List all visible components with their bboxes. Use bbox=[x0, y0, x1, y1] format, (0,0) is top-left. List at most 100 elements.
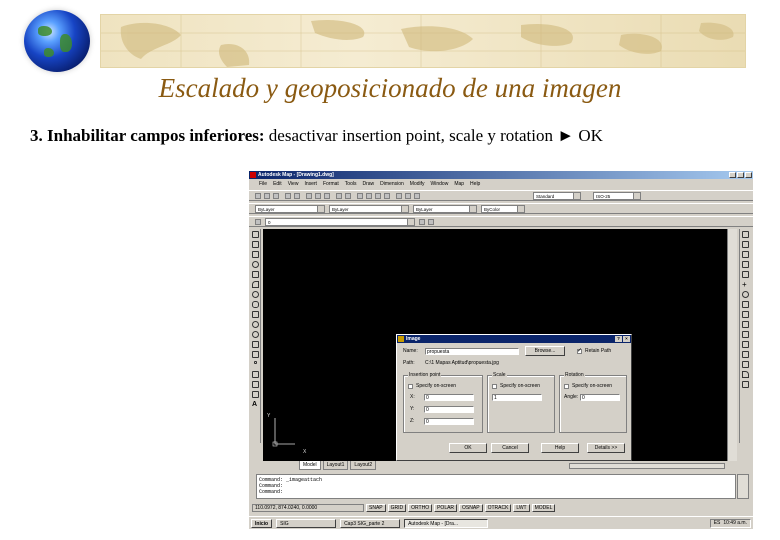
snap-toggle[interactable]: SNAP bbox=[366, 504, 386, 512]
browse-button[interactable]: Browse... bbox=[525, 346, 565, 356]
horizontal-scrollbar[interactable] bbox=[569, 463, 725, 469]
task-cap3[interactable]: Cap3 SIG_parte 2 bbox=[340, 518, 401, 528]
scale-input[interactable]: 1 bbox=[492, 394, 542, 401]
chamfer-icon[interactable] bbox=[742, 361, 749, 368]
start-button[interactable]: Inicio bbox=[251, 518, 273, 528]
preview-icon[interactable] bbox=[294, 193, 300, 199]
menu-tools[interactable]: Tools bbox=[345, 180, 357, 189]
menu-file[interactable]: File bbox=[259, 180, 267, 189]
task-autodesk-map[interactable]: Autodesk Map - [Dra... bbox=[404, 518, 489, 528]
scale-icon[interactable] bbox=[742, 301, 749, 308]
menu-window[interactable]: Window bbox=[431, 180, 449, 189]
rotation-specify-checkbox[interactable] bbox=[564, 384, 569, 389]
layers-icon[interactable] bbox=[255, 219, 261, 225]
menu-draw[interactable]: Draw bbox=[362, 180, 374, 189]
move-icon[interactable]: + bbox=[742, 281, 749, 289]
copy-object-icon[interactable] bbox=[742, 241, 749, 248]
extend-icon[interactable] bbox=[742, 331, 749, 338]
grid-toggle[interactable]: GRID bbox=[387, 504, 407, 512]
polar-toggle[interactable]: POLAR bbox=[434, 504, 458, 512]
polygon-icon[interactable] bbox=[252, 261, 259, 268]
menu-insert[interactable]: Insert bbox=[304, 180, 317, 189]
save-icon[interactable] bbox=[273, 193, 279, 199]
insertion-specify-checkbox[interactable] bbox=[408, 384, 413, 389]
name-select[interactable]: propuesta bbox=[425, 348, 519, 355]
point-icon[interactable] bbox=[254, 361, 257, 364]
scale-specify-checkbox[interactable] bbox=[492, 384, 497, 389]
help-icon[interactable] bbox=[414, 193, 420, 199]
circle-icon[interactable] bbox=[252, 291, 259, 298]
pan-icon[interactable] bbox=[357, 193, 363, 199]
drawing-canvas[interactable]: Y X Image ? × Name: propuesta Browse... … bbox=[263, 229, 727, 461]
ellipse-arc-icon[interactable] bbox=[252, 331, 259, 338]
cancel-button[interactable]: Cancel bbox=[491, 443, 529, 453]
arc-icon[interactable] bbox=[252, 281, 259, 288]
new-icon[interactable] bbox=[255, 193, 261, 199]
details-button[interactable]: Details >> bbox=[587, 443, 625, 453]
erase-icon[interactable] bbox=[742, 231, 749, 238]
menu-modify[interactable]: Modify bbox=[410, 180, 425, 189]
array-icon[interactable] bbox=[742, 271, 749, 278]
make-current-icon[interactable] bbox=[419, 219, 425, 225]
menu-format[interactable]: Format bbox=[323, 180, 339, 189]
table-icon[interactable] bbox=[252, 391, 259, 398]
menu-view[interactable]: View bbox=[288, 180, 299, 189]
rectangle-icon[interactable] bbox=[252, 271, 259, 278]
mirror-icon[interactable] bbox=[742, 251, 749, 258]
command-scrollbar[interactable] bbox=[737, 474, 749, 499]
menu-edit[interactable]: Edit bbox=[273, 180, 282, 189]
lineweight-combo[interactable]: ByLayer bbox=[413, 205, 477, 213]
break-icon[interactable] bbox=[742, 341, 749, 348]
construction-line-icon[interactable] bbox=[252, 241, 259, 248]
rotate-icon[interactable] bbox=[742, 291, 749, 298]
zoom-window-icon[interactable] bbox=[375, 193, 381, 199]
help-question-button[interactable]: ? bbox=[615, 336, 622, 342]
copy-icon[interactable] bbox=[315, 193, 321, 199]
hatch-icon[interactable] bbox=[252, 371, 259, 378]
insert-block-icon[interactable] bbox=[252, 341, 259, 348]
maximize-button[interactable] bbox=[737, 172, 744, 178]
spline-icon[interactable] bbox=[252, 311, 259, 318]
tab-layout2[interactable]: Layout2 bbox=[350, 461, 377, 470]
explode-icon[interactable] bbox=[742, 381, 749, 388]
x-input[interactable]: 0 bbox=[424, 394, 474, 401]
make-block-icon[interactable] bbox=[252, 351, 259, 358]
ellipse-icon[interactable] bbox=[252, 321, 259, 328]
angle-input[interactable]: 0 bbox=[580, 394, 620, 401]
region-icon[interactable] bbox=[252, 381, 259, 388]
command-window[interactable]: Command: _imageattach Command: Command: bbox=[256, 474, 736, 499]
stretch-icon[interactable] bbox=[742, 311, 749, 318]
offset-icon[interactable] bbox=[742, 261, 749, 268]
zoom-realtime-icon[interactable] bbox=[366, 193, 372, 199]
linetype-combo[interactable]: ByLayer bbox=[329, 205, 409, 213]
zoom-previous-icon[interactable] bbox=[384, 193, 390, 199]
multiline-text-icon[interactable]: A bbox=[252, 401, 259, 408]
help-button[interactable]: Help bbox=[541, 443, 579, 453]
text-style-combo[interactable]: Standard bbox=[533, 192, 581, 200]
join-icon[interactable] bbox=[742, 351, 749, 358]
y-input[interactable]: 0 bbox=[424, 406, 474, 413]
tab-layout1[interactable]: Layout1 bbox=[322, 461, 349, 470]
tab-model[interactable]: Model bbox=[299, 461, 321, 470]
dialog-close-button[interactable]: × bbox=[623, 336, 630, 342]
osnap-toggle[interactable]: OSNAP bbox=[459, 504, 483, 512]
menu-dimension[interactable]: Dimension bbox=[380, 180, 404, 189]
layer-previous-icon[interactable] bbox=[428, 219, 434, 225]
undo-icon[interactable] bbox=[336, 193, 342, 199]
z-input[interactable]: 0 bbox=[424, 418, 474, 425]
revision-cloud-icon[interactable] bbox=[252, 301, 259, 308]
ok-button[interactable]: OK bbox=[449, 443, 487, 453]
paste-icon[interactable] bbox=[324, 193, 330, 199]
print-icon[interactable] bbox=[285, 193, 291, 199]
redo-icon[interactable] bbox=[345, 193, 351, 199]
design-center-icon[interactable] bbox=[405, 193, 411, 199]
open-icon[interactable] bbox=[264, 193, 270, 199]
language-indicator[interactable]: ES bbox=[714, 519, 721, 527]
cut-icon[interactable] bbox=[306, 193, 312, 199]
trim-icon[interactable] bbox=[742, 321, 749, 328]
layer-combo[interactable]: 0 bbox=[265, 218, 415, 226]
lwt-toggle[interactable]: LWT bbox=[513, 504, 530, 512]
menu-help[interactable]: Help bbox=[470, 180, 480, 189]
otrack-toggle[interactable]: OTRACK bbox=[484, 504, 512, 512]
layer-properties-combo[interactable]: ByLayer bbox=[255, 205, 325, 213]
